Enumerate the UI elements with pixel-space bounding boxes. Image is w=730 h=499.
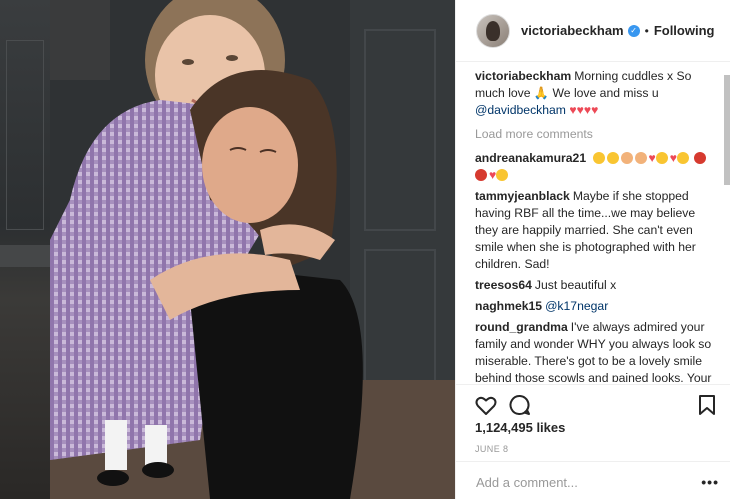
header-username[interactable]: victoriabeckham: [521, 23, 624, 38]
comment-username[interactable]: andreanakamura21: [475, 151, 586, 165]
add-comment-input[interactable]: Add a comment... •••: [456, 461, 730, 499]
comment-item: naghmek15 @k17negar: [475, 298, 721, 315]
photo-illustration: [50, 0, 455, 499]
likes-count[interactable]: 1,124,495 likes: [475, 420, 565, 435]
background-door: [6, 40, 44, 230]
caption: victoriabeckham Morning cuddles x So much…: [475, 68, 721, 119]
avatar[interactable]: [476, 13, 510, 48]
post-date: JUNE 8: [475, 444, 509, 454]
comment-item: tammyjeanblack Maybe if she stopped havin…: [475, 188, 721, 273]
load-more-comments-link[interactable]: Load more comments: [475, 126, 721, 143]
action-bar: [456, 384, 730, 424]
comment-username[interactable]: naghmek15: [475, 299, 542, 313]
background-band: [0, 245, 50, 267]
heart-emoji-icon: ♥♥♥♥: [569, 103, 599, 117]
post-header: victoriabeckham ✓ • Following: [456, 0, 730, 62]
speech-bubble-icon[interactable]: [508, 393, 532, 417]
header-separator: •: [644, 23, 649, 38]
comments-list[interactable]: victoriabeckham Morning cuddles x So much…: [475, 68, 721, 382]
comment-username[interactable]: treesos64: [475, 278, 532, 292]
more-options-icon[interactable]: •••: [701, 474, 719, 490]
heart-icon[interactable]: [474, 393, 498, 417]
comment-item: andreanakamura21 ♥ ♥ ♥: [475, 150, 721, 184]
comment-username[interactable]: round_grandma: [475, 320, 568, 334]
comment-item: round_grandma I've always admired your fa…: [475, 319, 721, 382]
comment-mention[interactable]: @k17negar: [545, 299, 608, 313]
following-button[interactable]: Following: [654, 23, 715, 38]
comments-scrollbar[interactable]: [724, 75, 730, 185]
post-side-panel: victoriabeckham ✓ • Following victoriabe…: [455, 0, 730, 499]
caption-username[interactable]: victoriabeckham: [475, 69, 571, 83]
bookmark-icon[interactable]: [695, 393, 719, 417]
comment-text: Just beautiful x: [534, 278, 617, 292]
caption-mention[interactable]: @davidbeckham: [475, 103, 566, 117]
comment-item: treesos64 Just beautiful x: [475, 277, 721, 294]
post-photo[interactable]: [50, 0, 455, 499]
background-left: [0, 0, 50, 499]
comment-username[interactable]: tammyjeanblack: [475, 189, 570, 203]
add-comment-placeholder: Add a comment...: [476, 475, 578, 490]
verified-badge-icon: ✓: [627, 24, 640, 37]
